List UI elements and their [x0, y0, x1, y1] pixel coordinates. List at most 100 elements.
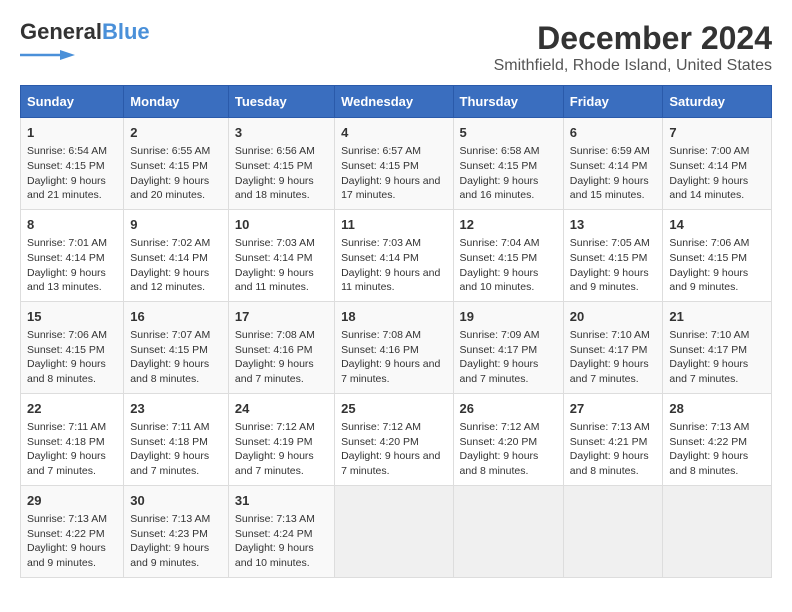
day-cell: 15Sunrise: 7:06 AMSunset: 4:15 PMDayligh… — [21, 301, 124, 393]
daylight-text: Daylight: 9 hours and 12 minutes. — [130, 266, 222, 295]
sunrise-text: Sunrise: 7:13 AM — [27, 512, 117, 527]
day-cell: 14Sunrise: 7:06 AMSunset: 4:15 PMDayligh… — [663, 209, 772, 301]
day-cell: 12Sunrise: 7:04 AMSunset: 4:15 PMDayligh… — [453, 209, 563, 301]
sunrise-text: Sunrise: 7:13 AM — [669, 420, 765, 435]
daylight-text: Daylight: 9 hours and 17 minutes. — [341, 174, 446, 203]
logo: GeneralBlue — [20, 20, 150, 64]
sunset-text: Sunset: 4:14 PM — [130, 251, 222, 266]
sunset-text: Sunset: 4:17 PM — [669, 343, 765, 358]
daylight-text: Daylight: 9 hours and 9 minutes. — [130, 541, 222, 570]
daylight-text: Daylight: 9 hours and 8 minutes. — [27, 357, 117, 386]
sunset-text: Sunset: 4:14 PM — [341, 251, 446, 266]
daylight-text: Daylight: 9 hours and 20 minutes. — [130, 174, 222, 203]
day-number: 22 — [27, 400, 117, 418]
week-row-2: 8Sunrise: 7:01 AMSunset: 4:14 PMDaylight… — [21, 209, 772, 301]
day-cell: 22Sunrise: 7:11 AMSunset: 4:18 PMDayligh… — [21, 393, 124, 485]
day-cell: 7Sunrise: 7:00 AMSunset: 4:14 PMDaylight… — [663, 118, 772, 210]
day-number: 3 — [235, 124, 328, 142]
day-cell: 10Sunrise: 7:03 AMSunset: 4:14 PMDayligh… — [228, 209, 334, 301]
sunset-text: Sunset: 4:15 PM — [570, 251, 657, 266]
main-title: December 2024 — [494, 20, 772, 57]
day-cell: 4Sunrise: 6:57 AMSunset: 4:15 PMDaylight… — [335, 118, 453, 210]
sunset-text: Sunset: 4:18 PM — [130, 435, 222, 450]
daylight-text: Daylight: 9 hours and 8 minutes. — [669, 449, 765, 478]
daylight-text: Daylight: 9 hours and 8 minutes. — [130, 357, 222, 386]
day-number: 2 — [130, 124, 222, 142]
sunrise-text: Sunrise: 7:11 AM — [27, 420, 117, 435]
day-number: 30 — [130, 492, 222, 510]
col-header-thursday: Thursday — [453, 86, 563, 118]
daylight-text: Daylight: 9 hours and 18 minutes. — [235, 174, 328, 203]
day-cell: 24Sunrise: 7:12 AMSunset: 4:19 PMDayligh… — [228, 393, 334, 485]
day-number: 11 — [341, 216, 446, 234]
sunrise-text: Sunrise: 7:13 AM — [570, 420, 657, 435]
day-number: 31 — [235, 492, 328, 510]
day-cell — [335, 485, 453, 577]
day-number: 29 — [27, 492, 117, 510]
sunrise-text: Sunrise: 7:03 AM — [341, 236, 446, 251]
day-cell — [563, 485, 663, 577]
daylight-text: Daylight: 9 hours and 16 minutes. — [460, 174, 557, 203]
daylight-text: Daylight: 9 hours and 9 minutes. — [669, 266, 765, 295]
sunset-text: Sunset: 4:22 PM — [27, 527, 117, 542]
day-cell: 13Sunrise: 7:05 AMSunset: 4:15 PMDayligh… — [563, 209, 663, 301]
daylight-text: Daylight: 9 hours and 8 minutes. — [460, 449, 557, 478]
daylight-text: Daylight: 9 hours and 13 minutes. — [27, 266, 117, 295]
calendar-header-row: SundayMondayTuesdayWednesdayThursdayFrid… — [21, 86, 772, 118]
day-cell: 19Sunrise: 7:09 AMSunset: 4:17 PMDayligh… — [453, 301, 563, 393]
day-cell: 25Sunrise: 7:12 AMSunset: 4:20 PMDayligh… — [335, 393, 453, 485]
sunrise-text: Sunrise: 7:07 AM — [130, 328, 222, 343]
sunrise-text: Sunrise: 7:12 AM — [235, 420, 328, 435]
sunset-text: Sunset: 4:14 PM — [570, 159, 657, 174]
day-cell — [663, 485, 772, 577]
day-number: 7 — [669, 124, 765, 142]
daylight-text: Daylight: 9 hours and 7 minutes. — [235, 449, 328, 478]
day-cell — [453, 485, 563, 577]
day-number: 20 — [570, 308, 657, 326]
sunset-text: Sunset: 4:23 PM — [130, 527, 222, 542]
title-area: December 2024 Smithfield, Rhode Island, … — [494, 20, 772, 75]
sunrise-text: Sunrise: 6:55 AM — [130, 144, 222, 159]
sunset-text: Sunset: 4:20 PM — [460, 435, 557, 450]
day-cell: 29 Sunrise: 7:13 AMSunset: 4:22 PMDayligh… — [21, 485, 124, 577]
sunset-text: Sunset: 4:16 PM — [235, 343, 328, 358]
sunrise-text: Sunrise: 7:12 AM — [341, 420, 446, 435]
day-cell: 2Sunrise: 6:55 AMSunset: 4:15 PMDaylight… — [124, 118, 229, 210]
daylight-text: Daylight: 9 hours and 14 minutes. — [669, 174, 765, 203]
day-number: 18 — [341, 308, 446, 326]
day-cell: 20Sunrise: 7:10 AMSunset: 4:17 PMDayligh… — [563, 301, 663, 393]
sunset-text: Sunset: 4:19 PM — [235, 435, 328, 450]
daylight-text: Daylight: 9 hours and 7 minutes. — [460, 357, 557, 386]
sunset-text: Sunset: 4:14 PM — [669, 159, 765, 174]
week-row-5: 29Sunrise: 7:13 AMSunset: 4:22 PMDayligh… — [21, 485, 772, 577]
sunrise-text: Sunrise: 7:10 AM — [669, 328, 765, 343]
sunrise-text: Sunrise: 6:54 AM — [27, 144, 117, 159]
sunrise-text: Sunrise: 7:13 AM — [130, 512, 222, 527]
daylight-text: Daylight: 9 hours and 10 minutes. — [235, 541, 328, 570]
sunset-text: Sunset: 4:24 PM — [235, 527, 328, 542]
daylight-text: Daylight: 9 hours and 8 minutes. — [570, 449, 657, 478]
sunset-text: Sunset: 4:15 PM — [669, 251, 765, 266]
sunset-text: Sunset: 4:20 PM — [341, 435, 446, 450]
daylight-text: Daylight: 9 hours and 7 minutes. — [341, 357, 446, 386]
day-number: 13 — [570, 216, 657, 234]
daylight-text: Daylight: 9 hours and 10 minutes. — [460, 266, 557, 295]
calendar-table: SundayMondayTuesdayWednesdayThursdayFrid… — [20, 85, 772, 578]
week-row-4: 22 Sunrise: 7:11 AM Sunset: 4:18 PM Dayligh… — [21, 393, 772, 485]
day-number: 9 — [130, 216, 222, 234]
day-number: 15 — [27, 308, 117, 326]
daylight-text: Daylight: 9 hours and 9 minutes. — [27, 541, 117, 570]
sunset-text: Sunset: 4:14 PM — [235, 251, 328, 266]
day-number: 19 — [460, 308, 557, 326]
sunset-text: Sunset: 4:14 PM — [27, 251, 117, 266]
sunrise-text: Sunrise: 6:59 AM — [570, 144, 657, 159]
col-header-sunday: Sunday — [21, 86, 124, 118]
sunset-text: Sunset: 4:21 PM — [570, 435, 657, 450]
sunset-text: Sunset: 4:16 PM — [341, 343, 446, 358]
day-number: 25 — [341, 400, 446, 418]
daylight-text: Daylight: 9 hours and 15 minutes. — [570, 174, 657, 203]
day-number: 6 — [570, 124, 657, 142]
sunset-text: Sunset: 4:15 PM — [130, 343, 222, 358]
day-number: 14 — [669, 216, 765, 234]
sunrise-text: Sunrise: 7:02 AM — [130, 236, 222, 251]
